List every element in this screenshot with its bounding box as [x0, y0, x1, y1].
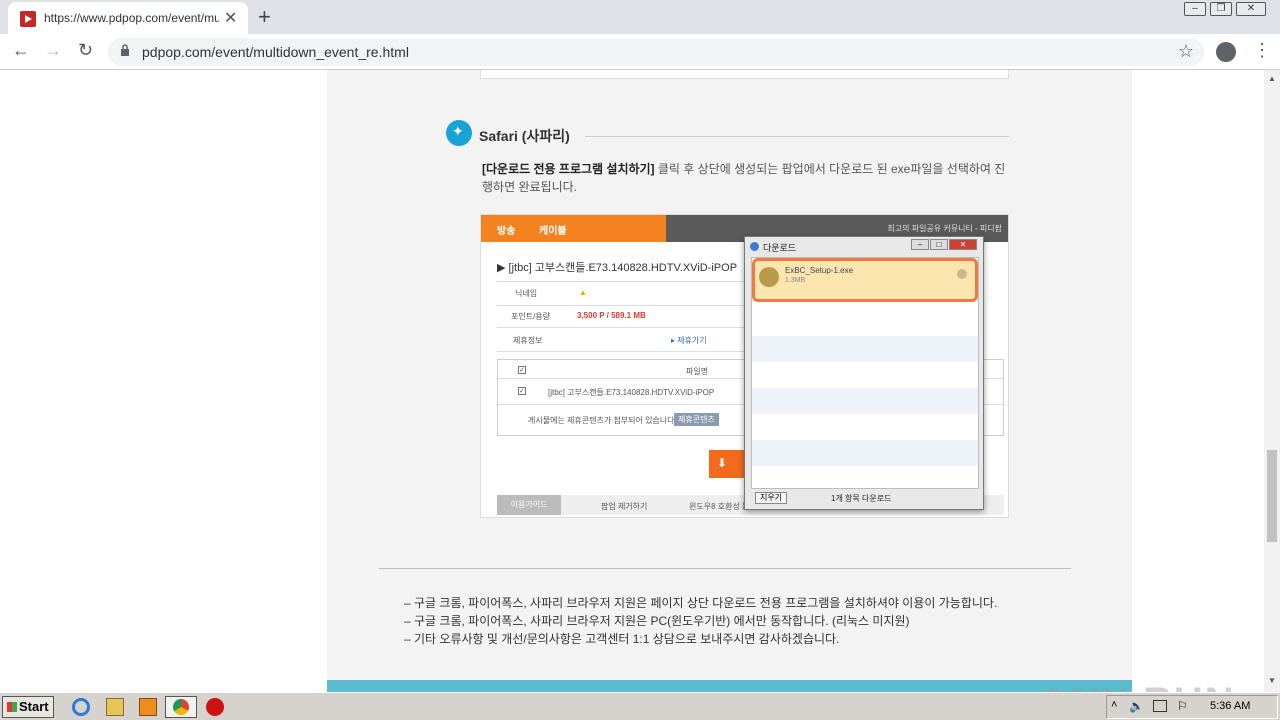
installer-icon — [759, 267, 779, 287]
restore-button[interactable]: ❐ — [1210, 2, 1232, 16]
tab-close-icon[interactable]: ✕ — [224, 8, 237, 28]
action-center-flag-icon[interactable]: ⚐ — [1177, 699, 1188, 713]
screenshot-guide-label: 이용가이드 — [497, 495, 561, 515]
browser-tab[interactable]: https://www.pdpop.com/event/multi ✕ — [8, 2, 248, 34]
warning-icon: ▲ — [579, 288, 587, 297]
screenshot-point-value: 3,500 P / 589.1 MB — [577, 311, 646, 320]
reload-button[interactable]: ↻ — [78, 40, 93, 61]
tab-bar: https://www.pdpop.com/event/multi ✕ + – … — [0, 0, 1280, 34]
volume-icon[interactable]: 🔈 — [1129, 699, 1144, 713]
note-line: – 구글 크롬, 파이어폭스, 사파리 브라우저 지원은 PC(윈도우기반) 에… — [404, 614, 910, 628]
forward-button[interactable]: → — [44, 40, 62, 61]
checkbox-all-icon: ✓ — [518, 366, 526, 374]
screenshot-tab-cable: 케이블 — [539, 226, 567, 237]
download-popup: 다운로드 – □ ✕ ExBC_Setup-1.exe 1.3MB 지우기 1개… — [744, 236, 984, 510]
minimize-button[interactable]: – — [1184, 2, 1206, 16]
popup-status: 1개 항목 다운로드 — [831, 494, 892, 503]
screenshot-label-partner: 제휴정보 — [513, 336, 543, 345]
media-player-icon[interactable] — [139, 698, 157, 716]
page-scrollbar[interactable]: ▲ ▼ — [1264, 70, 1280, 692]
previous-screenshot-edge — [480, 70, 1009, 79]
screenshot-tabs: 방송 케이블 — [481, 215, 666, 242]
tab-title: https://www.pdpop.com/event/multi — [44, 11, 219, 25]
section-title: Safari (사파리) — [479, 128, 570, 144]
account-icon[interactable] — [1216, 42, 1236, 62]
clock[interactable]: 5:36 AM — [1210, 700, 1250, 712]
install-link-text: [다운로드 전용 프로그램 설치하기] — [482, 162, 655, 176]
scroll-down-icon[interactable]: ▼ — [1268, 676, 1276, 685]
screenshot-label-point: 포인트/용량 — [511, 312, 551, 321]
chrome-icon — [173, 699, 189, 715]
instruction-text: [다운로드 전용 프로그램 설치하기] 클릭 후 상단에 생성되는 팝업에서 다… — [482, 160, 1012, 196]
footer-strip — [327, 680, 1132, 692]
section-divider — [585, 136, 1009, 137]
notes-divider — [379, 568, 1071, 569]
popup-download-item: ExBC_Setup-1.exe 1.3MB — [752, 258, 978, 302]
screenshot-show-title: ▶ [jtbc] 고부스캔들.E73.140828.HDTV.XViD-iPOP — [497, 262, 738, 274]
explorer-folder-icon[interactable] — [106, 698, 124, 716]
bookmark-star-icon[interactable]: ☆ — [1178, 41, 1194, 62]
system-tray: ˄ 🔈 ⚐ — [1106, 695, 1278, 719]
popup-title: 다운로드 — [763, 243, 797, 253]
popup-open-icon — [957, 269, 967, 279]
opera-icon[interactable] — [206, 698, 224, 716]
tray-expand-icon[interactable]: ˄ — [1111, 699, 1117, 711]
popup-minimize-icon: – — [911, 239, 929, 250]
popup-globe-icon — [750, 242, 759, 251]
chrome-taskbar-button[interactable] — [165, 696, 197, 718]
scroll-up-icon[interactable]: ▲ — [1268, 74, 1276, 83]
new-tab-button[interactable]: + — [258, 4, 271, 30]
page-viewport: Safari (사파리) [다운로드 전용 프로그램 설치하기] 클릭 후 상단… — [0, 70, 1264, 692]
popup-file-size: 1.3MB — [785, 277, 806, 284]
screenshot-tab-broadcast: 방송 — [497, 226, 516, 237]
url-text: pdpop.com/event/multidown_event_re.html — [142, 44, 409, 60]
popup-clear-button: 지우기 — [755, 492, 787, 504]
popup-file-name: ExBC_Setup-1.exe — [785, 266, 854, 275]
address-bar[interactable]: pdpop.com/event/multidown_event_re.html … — [108, 38, 1204, 66]
screenshot-guide-2: 윈도우8 호환성 문 — [689, 502, 750, 511]
browser-toolbar: ← → ↻ pdpop.com/event/multidown_event_re… — [0, 34, 1280, 70]
popup-download-list: ExBC_Setup-1.exe 1.3MB — [751, 257, 979, 489]
watermark-logo: ANY RUN — [1040, 680, 1236, 692]
popup-restore-icon: □ — [930, 239, 948, 250]
screenshot-file-header: 파일명 — [686, 367, 709, 376]
download-arrow-icon: ⬇ — [717, 456, 728, 470]
screenshot-site-text: 최고의 파일공유 커뮤니티 - 피디팝 — [887, 224, 1002, 233]
screenshot-guide-1: 팝업 제거하기 — [601, 502, 648, 511]
lock-icon — [121, 44, 129, 56]
ie-icon[interactable] — [72, 698, 90, 716]
notes-block: – 구글 크롬, 파이어폭스, 사파리 브라우저 지원은 페이지 상단 다운로드… — [404, 594, 997, 648]
scrollbar-thumb[interactable] — [1267, 450, 1277, 542]
back-button[interactable]: ← — [12, 40, 30, 61]
safari-icon — [446, 120, 472, 146]
screenshot-download-button: ⬇ — [709, 450, 749, 478]
screenshot-notice-tag: 제휴콘텐츠 — [674, 413, 719, 426]
checkbox-file-icon: ✓ — [518, 387, 526, 395]
popup-close-icon: ✕ — [949, 239, 977, 250]
screenshot-label-nick: 닉네임 — [515, 289, 538, 298]
note-line: – 구글 크롬, 파이어폭스, 사파리 브라우저 지원은 페이지 상단 다운로드… — [404, 596, 998, 610]
menu-icon[interactable]: ⋮ — [1253, 40, 1271, 61]
site-favicon-icon — [20, 11, 36, 27]
screenshot-notice: 게시물에는 제휴콘텐츠가 첨부되어 있습니다. — [528, 416, 677, 425]
screenshot-partner-link: ▸ 제휴가기 — [671, 336, 707, 345]
network-icon[interactable] — [1153, 700, 1167, 712]
note-line: – 기타 오류사항 및 개선/문의사항은 고객센터 1:1 상담으로 보내주시면… — [404, 632, 840, 646]
close-window-button[interactable]: ✕ — [1236, 2, 1266, 16]
screenshot-file-name: [jtbc] 고부스캔들.E73.140828.HDTV.XViD-iPOP — [548, 388, 715, 397]
start-button[interactable]: Start — [2, 696, 54, 718]
windows-taskbar: Start ˄ 🔈 ⚐ 5:36 AM — [0, 692, 1280, 720]
page-content: Safari (사파리) [다운로드 전용 프로그램 설치하기] 클릭 후 상단… — [327, 70, 1132, 692]
